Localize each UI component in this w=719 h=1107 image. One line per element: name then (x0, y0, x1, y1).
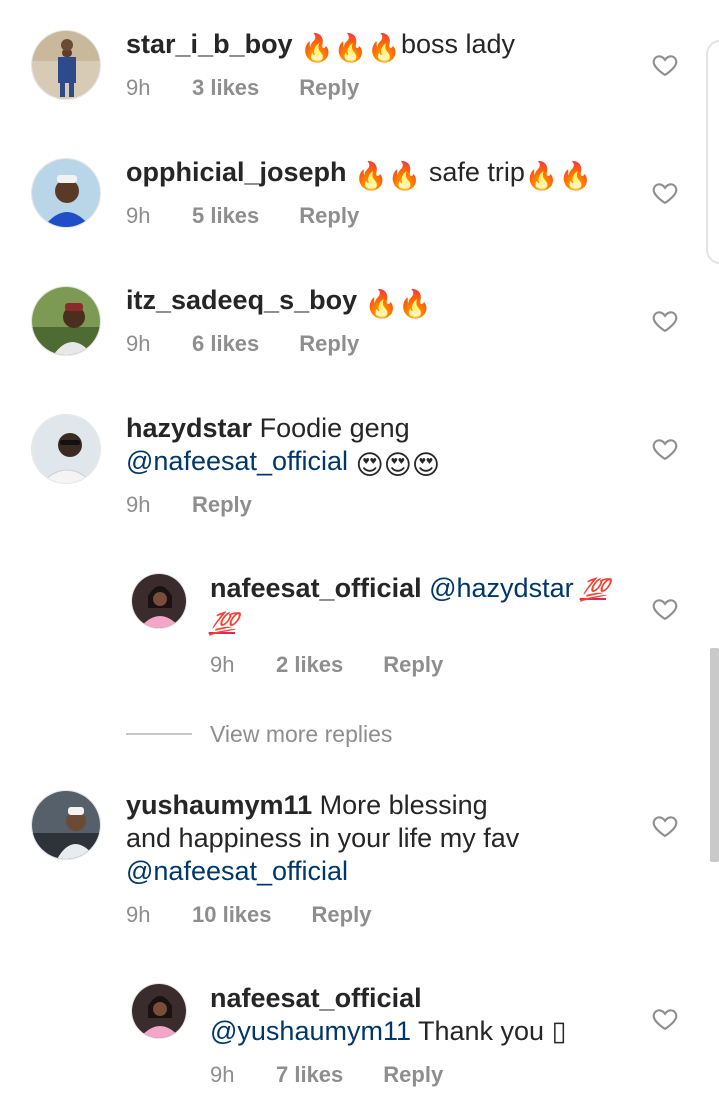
heart-eyes-emoji: 😍 (383, 450, 412, 480)
reply-button[interactable]: Reply (383, 1062, 443, 1088)
comment-likes[interactable]: 10 likes (192, 902, 272, 928)
reply-button[interactable]: Reply (299, 331, 359, 357)
reply-button[interactable]: Reply (299, 75, 359, 101)
comment-username[interactable]: nafeesat_official (210, 573, 422, 603)
reply-button[interactable]: Reply (192, 492, 252, 518)
comment-text: safe trip (428, 157, 525, 187)
avatar[interactable] (31, 790, 101, 860)
comment-body: nafeesat_official @yushaumym11 Thank you… (210, 982, 566, 1048)
comment-username[interactable]: opphicial_joseph (126, 157, 347, 187)
comment-meta: 9h 2 likes Reply (210, 652, 443, 678)
comment-text: More blessing (319, 790, 488, 820)
avatar[interactable] (131, 573, 187, 629)
mention-link[interactable]: @nafeesat_official (126, 446, 348, 476)
comment-body: opphicial_joseph 🔥🔥 safe trip🔥🔥 (126, 156, 592, 193)
heart-eyes-emoji: 😍 (355, 450, 384, 480)
comment-time: 9h (210, 652, 235, 677)
comment-time: 9h (126, 75, 151, 100)
comment-text: and happiness in your life my fav (126, 823, 520, 853)
fire-emoji: 🔥 (387, 161, 422, 191)
avatar[interactable] (31, 30, 101, 100)
view-more-replies-button[interactable]: View more replies (126, 718, 392, 750)
reply-button[interactable]: Reply (383, 652, 443, 678)
comment-meta: 9h 7 likes Reply (210, 1062, 443, 1088)
comment-body: nafeesat_official @hazydstar 💯 💯 (208, 572, 630, 640)
comment-meta: 9h 6 likes Reply (126, 331, 359, 357)
fire-emoji: 🔥 (354, 161, 388, 191)
heart-eyes-emoji: 😍 (411, 450, 441, 480)
comment-username[interactable]: nafeesat_official (210, 983, 422, 1013)
heart-outline-icon[interactable] (651, 812, 679, 840)
comment-time: 9h (126, 331, 151, 356)
heart-outline-icon[interactable] (651, 307, 679, 335)
divider-line (126, 733, 192, 735)
comment-likes[interactable]: 2 likes (276, 652, 343, 678)
comment-text: Thank you (418, 1016, 545, 1046)
comment-text: Foodie geng (259, 413, 410, 443)
heart-outline-icon[interactable] (651, 1005, 679, 1033)
comment-likes[interactable]: 7 likes (276, 1062, 343, 1088)
fire-emoji: 🔥 (364, 289, 399, 319)
scrollbar-thumb[interactable] (710, 648, 719, 862)
fire-emoji: 🔥 (558, 161, 593, 191)
heart-outline-icon[interactable] (651, 435, 679, 463)
avatar[interactable] (31, 286, 101, 356)
comment-body: yushaumym11 More blessing and happiness … (126, 789, 519, 888)
comment-username[interactable]: yushaumym11 (126, 790, 312, 820)
reply-button[interactable]: Reply (299, 203, 359, 229)
mention-link[interactable]: @yushaumym11 (210, 1016, 411, 1046)
view-more-replies-label: View more replies (210, 720, 393, 747)
comment-meta: 9h 10 likes Reply (126, 902, 371, 928)
comment-time: 9h (126, 492, 151, 517)
fire-emoji: 🔥 (398, 289, 432, 319)
missing-glyph: ▯ (551, 1016, 567, 1046)
avatar[interactable] (131, 983, 187, 1039)
heart-outline-icon[interactable] (651, 595, 679, 623)
comment-likes[interactable]: 3 likes (192, 75, 259, 101)
comment-time: 9h (210, 1062, 235, 1087)
comment-username[interactable]: hazydstar (126, 413, 252, 443)
heart-outline-icon[interactable] (651, 51, 679, 79)
comment-meta: 9h Reply (126, 492, 252, 518)
fire-emoji: 🔥 (300, 33, 334, 63)
heart-outline-icon[interactable] (651, 179, 679, 207)
comment-body: hazydstar Foodie geng @nafeesat_official… (126, 412, 440, 482)
fire-emoji: 🔥 (333, 33, 368, 63)
reply-button[interactable]: Reply (312, 902, 372, 928)
comment-username[interactable]: itz_sadeeq_s_boy (126, 285, 357, 315)
fire-emoji: 🔥 (367, 33, 401, 63)
comment-username[interactable]: star_i_b_boy (126, 29, 293, 59)
comment-likes[interactable]: 6 likes (192, 331, 259, 357)
comment-time: 9h (126, 902, 151, 927)
hundred-points-emoji: 💯 (579, 577, 610, 602)
mention-link[interactable]: @nafeesat_official (126, 856, 348, 886)
comment-text: boss lady (400, 29, 516, 59)
avatar[interactable] (31, 158, 101, 228)
comment-likes[interactable]: 5 likes (192, 203, 259, 229)
avatar[interactable] (31, 414, 101, 484)
adjacent-panel-edge (706, 40, 719, 264)
comment-meta: 9h 5 likes Reply (126, 203, 359, 229)
hundred-points-emoji: 💯 (208, 611, 239, 636)
comment-body: itz_sadeeq_s_boy 🔥🔥 (126, 284, 432, 321)
comment-body: star_i_b_boy 🔥🔥🔥boss lady (126, 28, 515, 65)
fire-emoji: 🔥 (524, 161, 559, 191)
comment-meta: 9h 3 likes Reply (126, 75, 359, 101)
comment-time: 9h (126, 203, 151, 228)
mention-link[interactable]: @hazydstar (429, 573, 573, 603)
